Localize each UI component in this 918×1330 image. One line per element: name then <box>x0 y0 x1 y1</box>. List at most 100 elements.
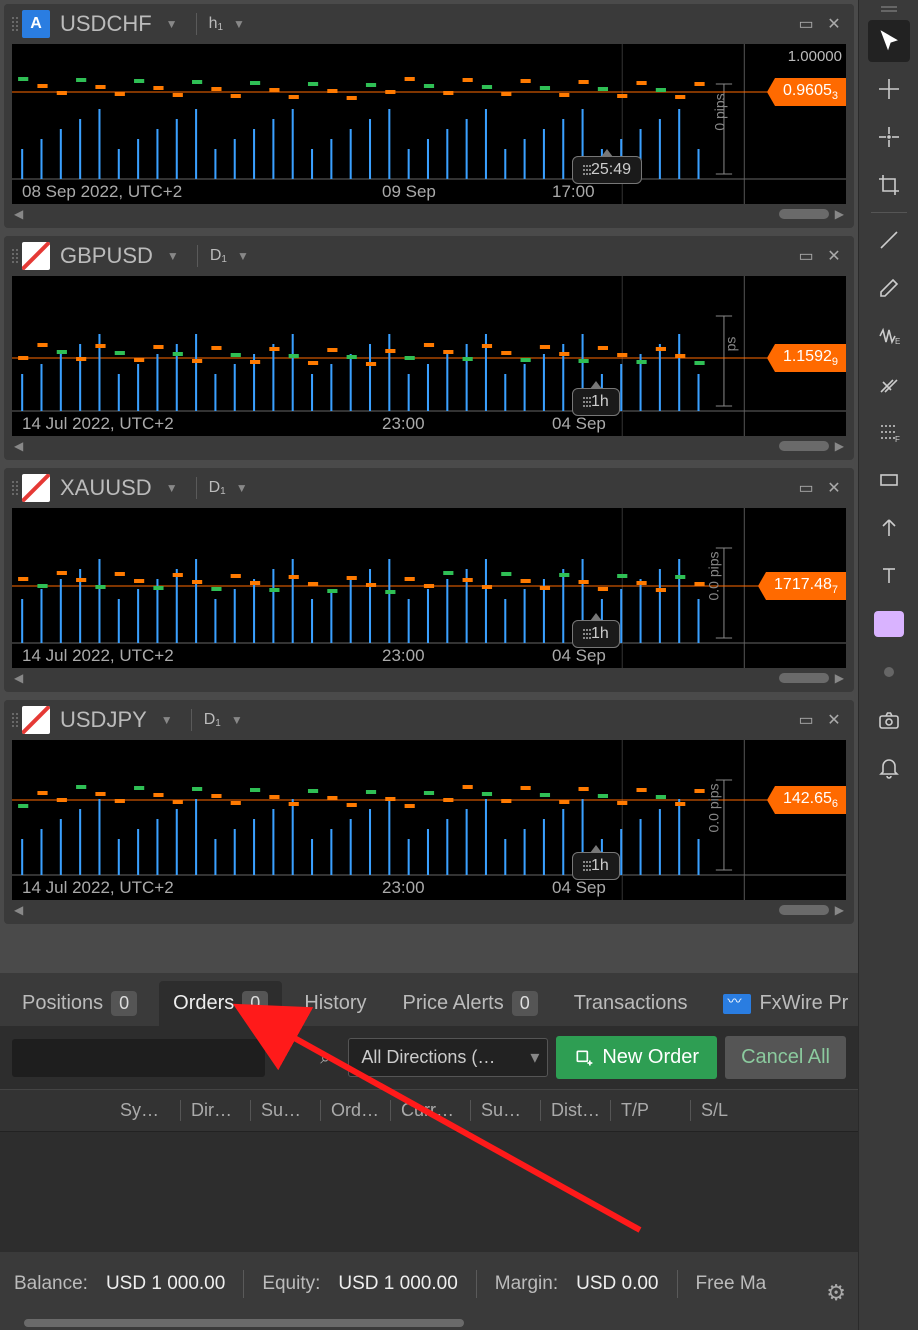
date-axis: 14 Jul 2022, UTC+223:0004 Sep <box>22 646 846 666</box>
chart-scrollbar[interactable]: ◀ ▶ <box>8 668 850 688</box>
equity-label: Equity: <box>262 1273 320 1295</box>
chart-panel-xauusd: XAUUSD ▼ D1 ▼ ▭ ✕ <box>4 468 854 692</box>
bell-tool-icon[interactable] <box>868 747 910 789</box>
tab-orders[interactable]: Orders 0 <box>159 981 282 1026</box>
rect-tool-icon[interactable] <box>868 459 910 501</box>
chart-canvas[interactable]: 1.00000 0.96053 0 pips 25:49 08 Sep 2022… <box>12 44 846 204</box>
camera-tool-icon[interactable] <box>868 699 910 741</box>
price-tag: 1.15929 <box>775 344 846 372</box>
fib-tool-icon[interactable]: F <box>868 411 910 453</box>
pips-label: ps <box>723 337 739 352</box>
close-icon[interactable]: ✕ <box>822 476 846 500</box>
chart-scrollbar[interactable]: ◀ ▶ <box>8 900 850 920</box>
close-icon[interactable]: ✕ <box>822 12 846 36</box>
count-badge: 0 <box>111 991 137 1016</box>
search-input[interactable] <box>12 1039 265 1077</box>
timeframe-label[interactable]: D1 <box>210 247 227 265</box>
price-tag: 1717.487 <box>766 572 846 600</box>
close-icon[interactable]: ✕ <box>822 708 846 732</box>
time-tooltip[interactable]: 1h <box>572 620 620 648</box>
margin-label: Margin: <box>495 1273 558 1295</box>
wave-tool-icon[interactable]: E <box>868 315 910 357</box>
chart-scrollbar[interactable]: ◀ ▶ <box>8 436 850 456</box>
crosshair-tool-icon[interactable] <box>868 68 910 110</box>
maximize-icon[interactable]: ▭ <box>794 12 818 36</box>
tab-label: FxWire Pr <box>759 992 848 1015</box>
close-icon[interactable]: ✕ <box>822 244 846 268</box>
axis-label: 1.00000 <box>788 48 842 65</box>
timeframe-caret[interactable]: ▼ <box>225 713 249 727</box>
crop-tool-icon[interactable] <box>868 164 910 206</box>
settings-gear-icon[interactable]: ⚙ <box>826 1280 846 1306</box>
chart-canvas[interactable]: 142.656 0.0 pips 1h 14 Jul 2022, UTC+223… <box>12 740 846 900</box>
timeframe-caret[interactable]: ▼ <box>227 17 251 31</box>
column-header[interactable]: Ord… <box>320 1100 390 1121</box>
grip-icon[interactable] <box>881 6 897 14</box>
eraser-tool-icon[interactable] <box>868 267 910 309</box>
timeframe-label[interactable]: D1 <box>204 711 221 729</box>
symbol-icon: A <box>22 10 50 38</box>
maximize-icon[interactable]: ▭ <box>794 708 818 732</box>
timeframe-caret[interactable]: ▼ <box>231 249 255 263</box>
symbol-name[interactable]: XAUUSD <box>60 475 152 501</box>
status-scrollbar[interactable] <box>0 1316 858 1330</box>
cursor-tool-icon[interactable] <box>868 20 910 62</box>
timeframe-caret[interactable]: ▼ <box>230 481 254 495</box>
chart-canvas[interactable]: 1.15929 ps 1h 14 Jul 2022, UTC+223:0004 … <box>12 276 846 436</box>
tabs-row: Positions 0 Orders 0 History Price Alert… <box>0 973 858 1026</box>
tab-transactions[interactable]: Transactions <box>560 981 702 1026</box>
time-tooltip[interactable]: 1h <box>572 388 620 416</box>
orders-panel: Positions 0 Orders 0 History Price Alert… <box>0 973 858 1330</box>
timeframe-label[interactable]: h1 <box>209 15 223 33</box>
drag-handle-icon[interactable] <box>12 481 14 495</box>
text-tool-icon[interactable] <box>868 555 910 597</box>
tab-label: Orders <box>173 992 234 1015</box>
column-header[interactable]: T/P <box>610 1100 690 1121</box>
column-header[interactable]: S/L <box>690 1100 770 1121</box>
margin-value: USD 0.00 <box>576 1273 658 1295</box>
column-header[interactable]: Sym… <box>110 1100 180 1121</box>
color-swatch[interactable] <box>868 603 910 645</box>
column-header[interactable]: Sub… <box>250 1100 320 1121</box>
maximize-icon[interactable]: ▭ <box>794 244 818 268</box>
drag-handle-icon[interactable] <box>12 713 14 727</box>
maximize-icon[interactable]: ▭ <box>794 476 818 500</box>
timeframe-label[interactable]: D1 <box>209 479 226 497</box>
time-tooltip[interactable]: 1h <box>572 852 620 880</box>
drag-handle-icon[interactable] <box>12 17 14 31</box>
pitchfork-tool-icon[interactable] <box>868 363 910 405</box>
tab-label: Price Alerts <box>403 992 504 1015</box>
column-header[interactable]: Sub… <box>470 1100 540 1121</box>
chart-canvas[interactable]: 1717.487 0.0 pips 1h 14 Jul 2022, UTC+22… <box>12 508 846 668</box>
balance-value: USD 1 000.00 <box>106 1273 225 1295</box>
line-tool-icon[interactable] <box>868 219 910 261</box>
tab-history[interactable]: History <box>290 981 380 1026</box>
record-dot-icon[interactable] <box>868 651 910 693</box>
crosshair-dot-tool-icon[interactable] <box>868 116 910 158</box>
date-axis: 14 Jul 2022, UTC+223:0004 Sep <box>22 414 846 434</box>
column-header[interactable]: Curr… <box>390 1100 470 1121</box>
symbol-menu-caret[interactable]: ▼ <box>161 249 185 263</box>
cancel-all-button[interactable]: Cancel All <box>725 1036 846 1079</box>
tab-positions[interactable]: Positions 0 <box>8 981 151 1026</box>
symbol-name[interactable]: GBPUSD <box>60 243 153 269</box>
tab-price-alerts[interactable]: Price Alerts 0 <box>389 981 552 1026</box>
symbol-menu-caret[interactable]: ▼ <box>160 17 184 31</box>
chart-header: USDJPY ▼ D1 ▼ ▭ ✕ <box>4 700 854 740</box>
symbol-menu-caret[interactable]: ▼ <box>155 713 179 727</box>
chart-scrollbar[interactable]: ◀ ▶ <box>8 204 850 224</box>
symbol-menu-caret[interactable]: ▼ <box>160 481 184 495</box>
tab-fxwire[interactable]: FxWire Pr <box>709 981 858 1026</box>
directions-dropdown[interactable]: All Directions (… <box>348 1038 548 1077</box>
arrow-up-tool-icon[interactable] <box>868 507 910 549</box>
symbol-icon <box>22 474 50 502</box>
symbol-name[interactable]: USDCHF <box>60 11 152 37</box>
column-header[interactable]: Dist… <box>540 1100 610 1121</box>
column-header[interactable]: Dire… <box>180 1100 250 1121</box>
symbol-name[interactable]: USDJPY <box>60 707 147 733</box>
new-order-button[interactable]: New Order <box>556 1036 717 1079</box>
table-body-empty <box>0 1132 858 1252</box>
drag-handle-icon[interactable] <box>12 249 14 263</box>
time-tooltip[interactable]: 25:49 <box>572 156 642 184</box>
symbol-icon <box>22 706 50 734</box>
